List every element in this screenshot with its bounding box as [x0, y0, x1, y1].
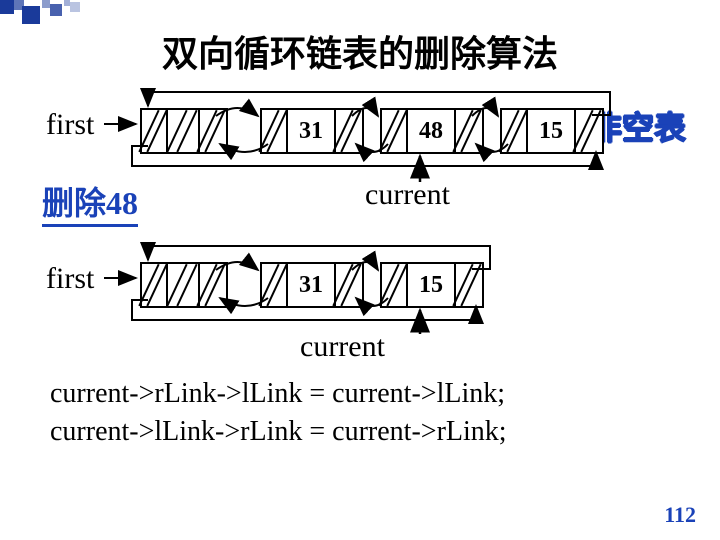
llink-cell: [262, 264, 288, 306]
code-line-1: current->rLink->lLink = current->lLink;: [50, 375, 505, 413]
llink-cell: [262, 110, 288, 152]
rlink-cell: [336, 264, 360, 306]
node-31-row2: 31: [260, 262, 364, 308]
label-first-row1: first: [46, 108, 94, 142]
node-15-row1: 15: [500, 108, 604, 154]
label-first-row2: first: [46, 262, 94, 296]
node-48-row1: 48: [380, 108, 484, 154]
page-number: 112: [664, 502, 696, 528]
llink-cell: [142, 264, 168, 306]
rlink-cell: [336, 110, 360, 152]
data-cell: 31: [288, 264, 336, 306]
data-cell: 31: [288, 110, 336, 152]
label-delete48: 删除48: [42, 178, 138, 227]
rlink-cell: [456, 264, 480, 306]
top-decoration: [0, 0, 720, 16]
rlink-cell: [576, 110, 600, 152]
page-title: 双向循环链表的删除算法: [0, 25, 720, 77]
rlink-cell: [200, 110, 224, 152]
data-cell: 15: [528, 110, 576, 152]
llink-cell: [382, 264, 408, 306]
llink-cell: [382, 110, 408, 152]
data-cell: 48: [408, 110, 456, 152]
node-15-row2: 15: [380, 262, 484, 308]
rlink-cell: [456, 110, 480, 152]
label-current-row2: current: [300, 330, 385, 364]
data-cell-empty: [168, 264, 200, 306]
node-head-row1: [140, 108, 228, 154]
label-current-row1: current: [365, 178, 450, 212]
data-cell-empty: [168, 110, 200, 152]
data-cell: 15: [408, 264, 456, 306]
node-head-row2: [140, 262, 228, 308]
code-line-2: current->lLink->rLink = current->rLink;: [50, 413, 507, 451]
node-31-row1: 31: [260, 108, 364, 154]
llink-cell: [502, 110, 528, 152]
label-non-empty: 非空表: [590, 103, 686, 149]
llink-cell: [142, 110, 168, 152]
rlink-cell: [200, 264, 224, 306]
